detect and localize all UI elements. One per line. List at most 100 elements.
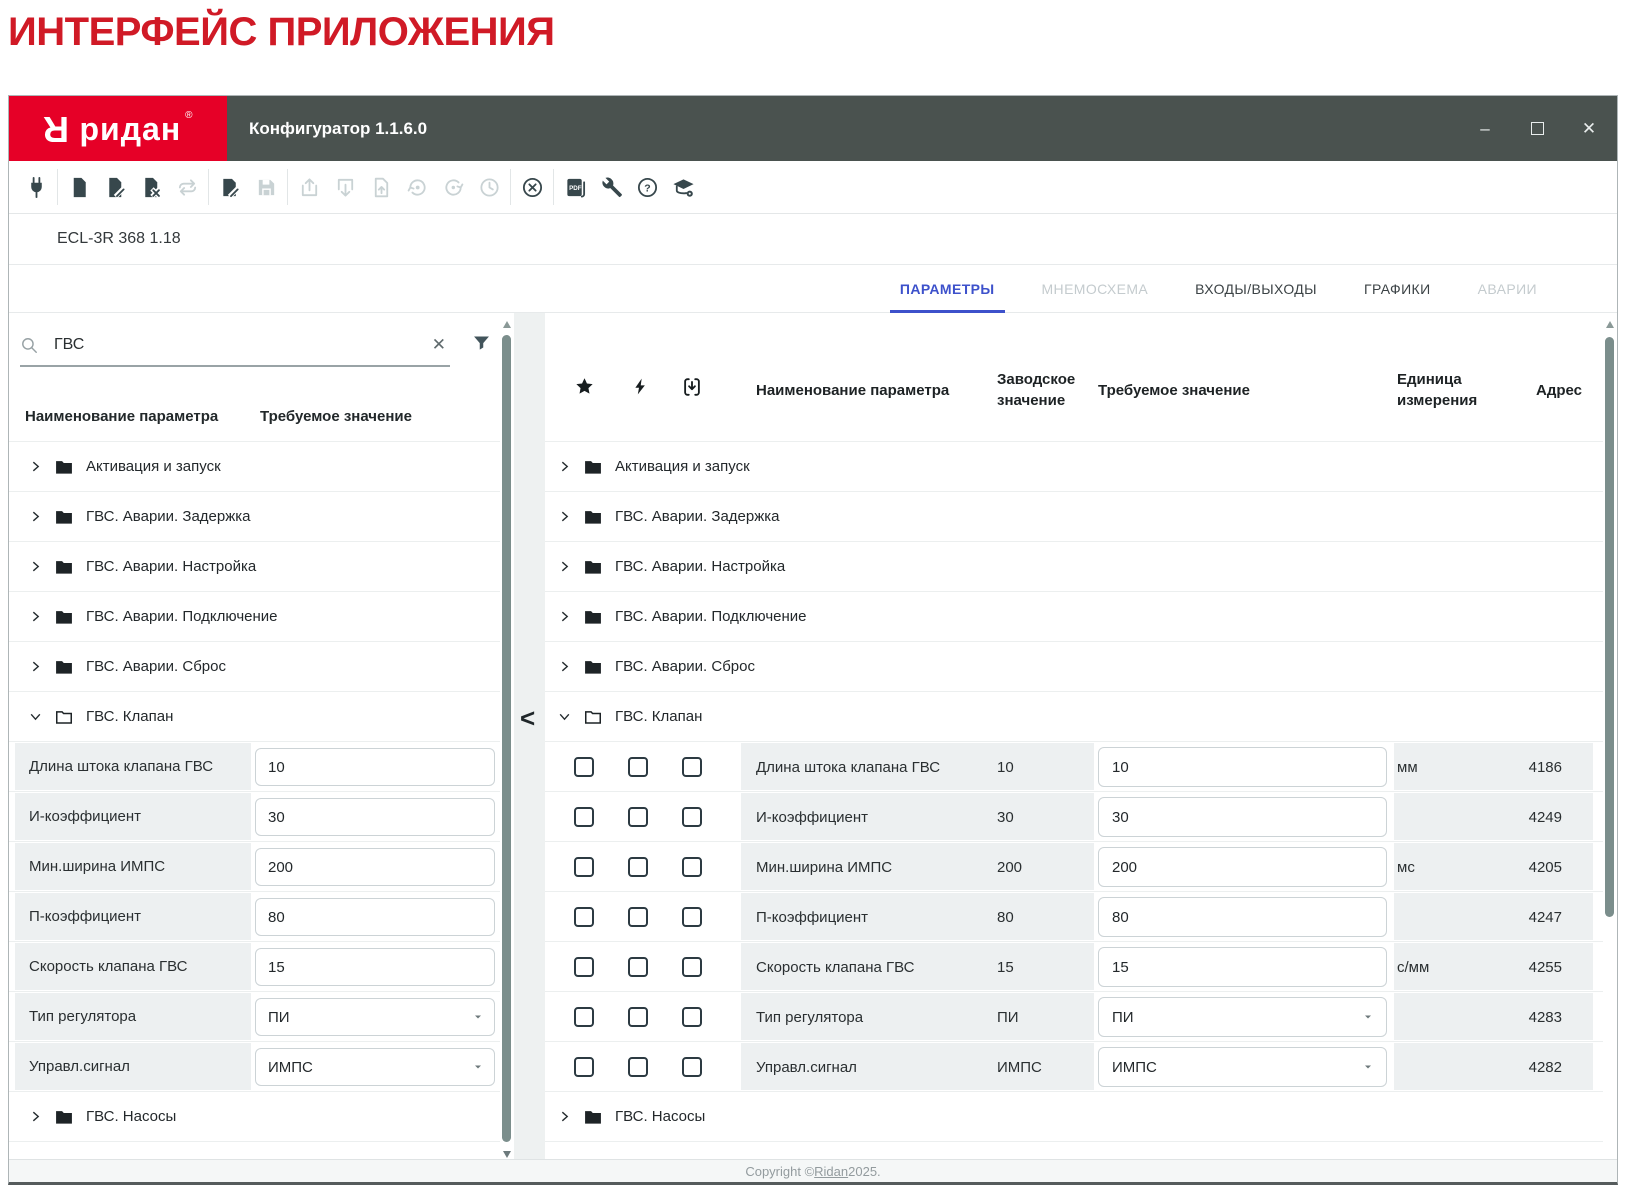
load-checkbox[interactable] [682, 807, 702, 827]
file-new-button[interactable] [61, 167, 97, 207]
write-checkbox[interactable] [628, 1007, 648, 1027]
required-value-input[interactable] [1098, 747, 1387, 787]
tree-group-row[interactable]: ГВС. Аварии. Настройка [9, 541, 514, 591]
required-value-input[interactable] [1098, 847, 1387, 887]
write-checkbox[interactable] [628, 807, 648, 827]
tab-avarii[interactable]: АВАРИИ [1468, 265, 1547, 312]
load-box-icon[interactable] [681, 376, 703, 398]
tree-group-row-expanded[interactable]: ГВС. Клапан [545, 691, 1603, 741]
svg-text:PDF: PDF [569, 184, 582, 191]
favorite-checkbox[interactable] [574, 1057, 594, 1077]
address: 4247 [1445, 892, 1562, 942]
collapse-panel-handle[interactable]: < [520, 705, 535, 731]
favorite-checkbox[interactable] [574, 757, 594, 777]
tab-mnemoskhema[interactable]: МНЕМОСХЕМА [1032, 265, 1159, 312]
required-value-select[interactable]: ПИ [255, 998, 495, 1036]
write-checkbox[interactable] [628, 857, 648, 877]
scrollbar-thumb[interactable] [1605, 337, 1614, 917]
required-value-input[interactable] [255, 898, 495, 936]
write-checkbox[interactable] [628, 957, 648, 977]
scroll-up-icon[interactable] [1606, 321, 1614, 328]
favorite-star-icon[interactable] [574, 376, 595, 397]
chevron-right-icon [558, 510, 571, 523]
right-scrollbar[interactable] [1603, 313, 1617, 1185]
tab-vkhody-vykhody[interactable]: ВХОДЫ/ВЫХОДЫ [1185, 265, 1327, 312]
required-value-select[interactable]: ИМПС [1098, 1047, 1387, 1087]
minimize-button[interactable]: – [1477, 121, 1493, 137]
service-wrench-button[interactable] [593, 167, 629, 207]
upload-to-device-button[interactable] [291, 167, 327, 207]
write-checkbox[interactable] [628, 757, 648, 777]
column-header-required: Требуемое значение [260, 408, 412, 425]
history-clock-button[interactable] [471, 167, 507, 207]
training-button[interactable] [665, 167, 701, 207]
tree-group-row[interactable]: Активация и запуск [9, 441, 514, 491]
file-delete-button[interactable] [133, 167, 169, 207]
tree-group-row[interactable]: ГВС. Аварии. Сброс [9, 641, 514, 691]
brand-name: ридан [79, 113, 181, 145]
required-value-input[interactable] [1098, 947, 1387, 987]
search-clear-icon[interactable]: ✕ [428, 335, 450, 355]
file-edit-button[interactable] [97, 167, 133, 207]
load-checkbox[interactable] [682, 857, 702, 877]
left-scrollbar[interactable] [500, 313, 514, 1166]
load-checkbox[interactable] [682, 757, 702, 777]
tree-group-row[interactable]: ГВС. Аварии. Сброс [545, 641, 1603, 691]
tab-parametry[interactable]: ПАРАМЕТРЫ [890, 265, 1005, 312]
load-checkbox[interactable] [682, 957, 702, 977]
file-write-button[interactable] [212, 167, 248, 207]
tree-group-row[interactable]: ГВС. Аварии. Задержка [9, 491, 514, 541]
favorite-checkbox[interactable] [574, 957, 594, 977]
favorite-checkbox[interactable] [574, 807, 594, 827]
undo-restore-button[interactable] [435, 167, 471, 207]
save-button[interactable] [248, 167, 284, 207]
help-button[interactable]: ? [629, 167, 665, 207]
download-from-device-button[interactable] [327, 167, 363, 207]
write-checkbox[interactable] [628, 907, 648, 927]
tree-group-row[interactable]: ГВС. Аварии. Задержка [545, 491, 1603, 541]
write-checkbox[interactable] [628, 1057, 648, 1077]
pdf-report-button[interactable]: PDF [557, 167, 593, 207]
favorite-checkbox[interactable] [574, 907, 594, 927]
tree-group-row[interactable]: ГВС. Насосы [545, 1091, 1603, 1141]
load-checkbox[interactable] [682, 1057, 702, 1077]
lightning-bolt-icon[interactable] [631, 376, 650, 397]
required-value-input[interactable] [255, 798, 495, 836]
tab-grafiki[interactable]: ГРАФИКИ [1354, 265, 1441, 312]
file-upload-button[interactable] [363, 167, 399, 207]
tree-group-row[interactable]: ГВС. Аварии. Подключение [9, 591, 514, 641]
scroll-up-icon[interactable] [503, 321, 511, 328]
required-value-select[interactable]: ИМПС [255, 1048, 495, 1086]
connect-plug-button[interactable] [18, 167, 54, 207]
folder-icon [583, 607, 603, 627]
scrollbar-thumb[interactable] [502, 335, 511, 1142]
required-value-input[interactable] [255, 748, 495, 786]
tree-group-row[interactable]: ГВС. Аварии. Подключение [545, 591, 1603, 641]
column-header-factory: Заводское значение [997, 369, 1089, 411]
column-header-name: Наименование параметра [756, 380, 949, 401]
required-value-select[interactable]: ПИ [1098, 997, 1387, 1037]
filter-funnel-icon[interactable] [471, 333, 492, 354]
tree-group-row[interactable]: ГВС. Насосы [9, 1091, 514, 1141]
search-input[interactable] [52, 335, 415, 355]
svg-text:?: ? [644, 182, 650, 194]
favorite-checkbox[interactable] [574, 1007, 594, 1027]
compare-swap-button[interactable] [169, 167, 205, 207]
cancel-button[interactable] [514, 167, 550, 207]
ridan-link[interactable]: Ridan [814, 1164, 848, 1179]
required-value-input[interactable] [1098, 897, 1387, 937]
tree-group-row[interactable]: Активация и запуск [545, 441, 1603, 491]
tree-group-row-expanded[interactable]: ГВС. Клапан [9, 691, 514, 741]
close-button[interactable]: ✕ [1581, 121, 1597, 137]
required-value-input[interactable] [255, 948, 495, 986]
required-value-input[interactable] [255, 848, 495, 886]
load-checkbox[interactable] [682, 1007, 702, 1027]
tree-group-row[interactable]: ГВС. Аварии. Настройка [545, 541, 1603, 591]
restore-default-button[interactable] [399, 167, 435, 207]
maximize-button[interactable] [1529, 121, 1545, 137]
required-value-input[interactable] [1098, 797, 1387, 837]
favorite-checkbox[interactable] [574, 857, 594, 877]
scroll-down-icon[interactable] [503, 1151, 511, 1158]
folder-icon [583, 657, 603, 677]
load-checkbox[interactable] [682, 907, 702, 927]
